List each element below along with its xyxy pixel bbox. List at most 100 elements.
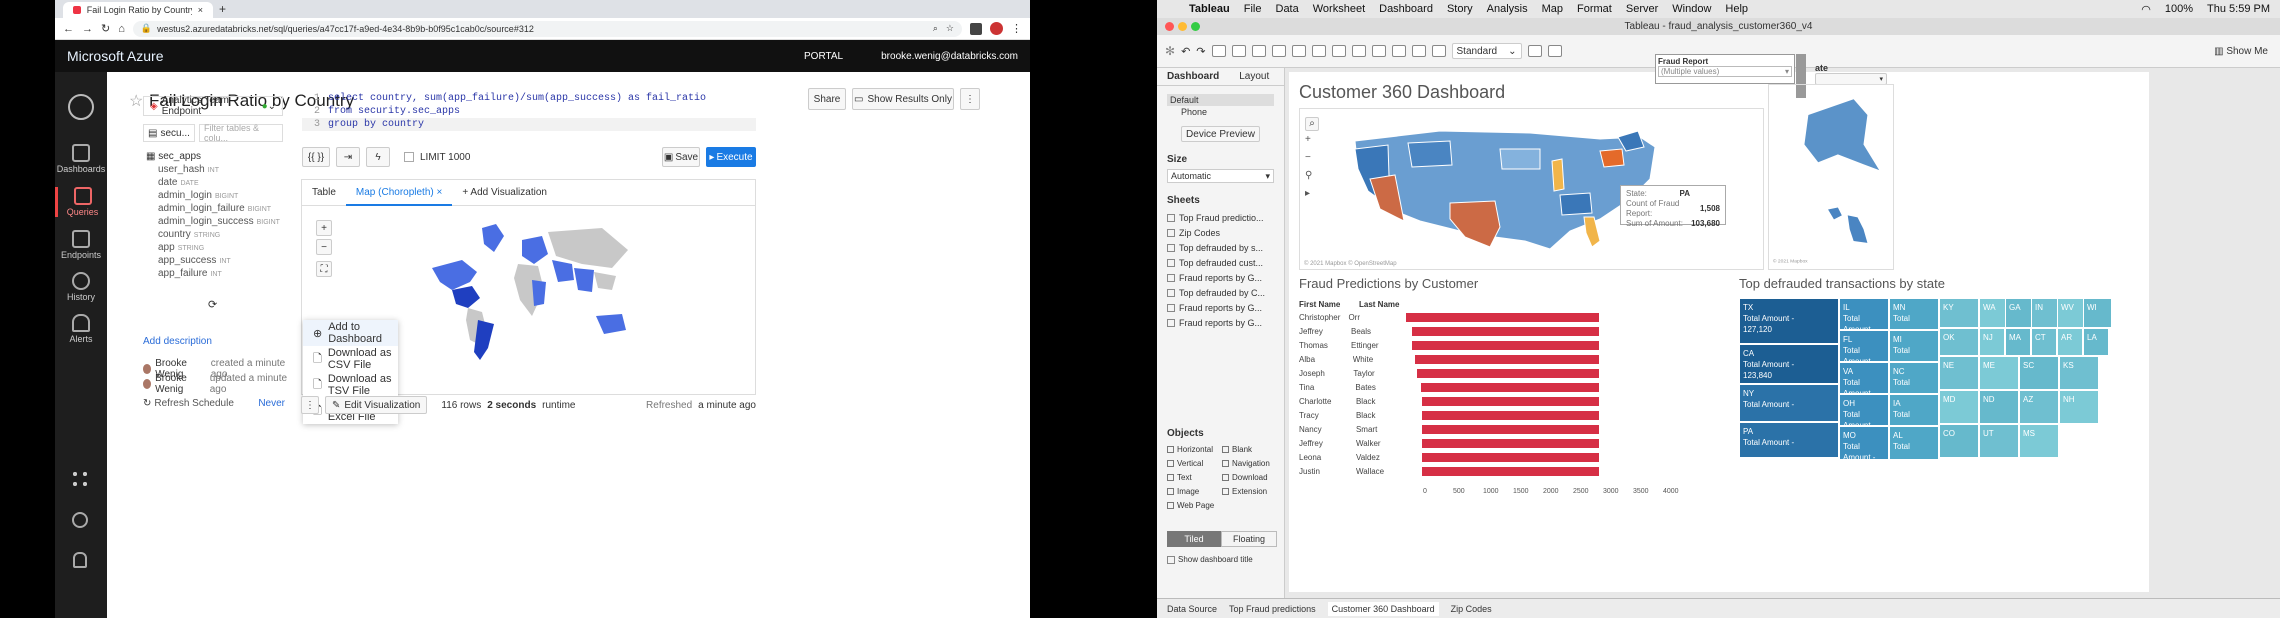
fraud-bar[interactable] [1421,382,1599,392]
fraud-row[interactable]: Nancy Smart [1299,422,1599,436]
schema-column[interactable]: app_failure INT [158,267,286,280]
object-vertical[interactable]: Vertical [1167,457,1222,469]
treemap-cell-mo[interactable]: MO Total Amount - [1839,426,1889,462]
menu-dashboard[interactable]: Dashboard [1379,3,1433,15]
menu-analysis[interactable]: Analysis [1487,3,1528,15]
fraud-row[interactable]: Thomas Ettinger [1299,338,1599,352]
fraud-bar[interactable] [1416,368,1599,378]
treemap-cell-nd[interactable]: ND [1979,390,2019,424]
treemap-cell-ga[interactable]: GA [2005,298,2034,328]
treemap-cell-ut[interactable]: UT [1979,424,2019,458]
redo-icon[interactable]: ↷ [1196,45,1205,58]
forward-icon[interactable]: → [82,23,93,35]
treemap-cell-ia[interactable]: IA Total [1889,394,1939,426]
menu-worksheet[interactable]: Worksheet [1313,3,1365,15]
sheet-item[interactable]: Zip Codes [1167,225,1274,240]
format-button[interactable]: {{ }} [302,147,330,167]
checkbox[interactable] [1167,555,1175,564]
fit-selector[interactable]: Standard ⌄ [1451,43,1522,59]
save-button[interactable]: ▣ Save [662,147,700,167]
floating-button[interactable]: Floating [1221,531,1277,547]
app-menu[interactable]: Tableau [1189,3,1230,15]
address-bar[interactable]: 🔒 westus2.azuredatabricks.net/sql/querie… [132,20,962,37]
new-sheet-icon[interactable] [1251,45,1266,57]
presentation-icon[interactable] [1527,45,1542,57]
fraud-row[interactable]: Charlotte Black [1299,394,1599,408]
add-visualization-tab[interactable]: + Add Visualization [452,187,557,198]
treemap-cell-la[interactable]: LA [2083,328,2109,356]
edit-visualization-button[interactable]: ✎ Edit Visualization [325,396,428,414]
battery-status[interactable]: 100% [2165,3,2193,15]
back-icon[interactable]: ← [63,23,74,35]
treemap-cell-ky[interactable]: KY [1939,298,1979,328]
fraud-bar[interactable] [1415,354,1599,364]
size-dropdown[interactable]: Automatic ▾ [1167,169,1274,183]
object-image[interactable]: Image [1167,485,1222,497]
wifi-icon[interactable]: ◠ [2141,3,2151,16]
fraud-bar[interactable] [1422,466,1599,476]
object-extension[interactable]: Extension [1222,485,1277,497]
treemap-cell-ms[interactable]: MS [2019,424,2059,458]
indent-button[interactable]: ⇥ [336,147,360,167]
share-button[interactable]: Share [808,88,846,110]
filter-dropdown[interactable]: (Multiple values) ▾ [1658,66,1792,77]
rail-endpoints[interactable]: Endpoints [55,230,107,260]
fraud-bar[interactable] [1406,312,1599,322]
rail-alerts[interactable]: Alerts [55,314,107,344]
portal-link[interactable]: PORTAL [804,51,843,62]
sheet-item[interactable]: Fraud reports by G... [1167,315,1274,330]
zoom-out-button[interactable]: − [316,239,332,255]
limit-checkbox[interactable] [404,152,414,162]
fraud-bar[interactable] [1422,410,1599,420]
schema-column[interactable]: user_hash INT [158,163,286,176]
close-window-icon[interactable] [1165,22,1174,31]
duplicate-icon[interactable] [1271,45,1286,57]
treemap-cell-mn[interactable]: MN Total [1889,298,1939,330]
undo-icon[interactable]: ↶ [1181,45,1190,58]
browser-tab[interactable]: Fail Login Ratio by Country × [63,2,213,18]
treemap-cell-ar[interactable]: AR [2057,328,2083,356]
treemap-cell-tx[interactable]: TX Total Amount -127,120 [1739,298,1839,344]
menu-data[interactable]: Data [1276,3,1299,15]
menu-format[interactable]: Format [1577,3,1612,15]
fraud-bar[interactable] [1422,424,1599,434]
refresh-value[interactable]: Never [258,398,285,409]
tab-map[interactable]: Map (Choropleth) × [345,180,453,206]
help-icon[interactable] [72,512,88,528]
tab-layout[interactable]: Layout [1229,71,1279,82]
object-navigation[interactable]: Navigation [1222,457,1277,469]
zoom-in-button[interactable]: + [316,220,332,236]
sheet-item[interactable]: Fraud reports by G... [1167,270,1274,285]
sheet-tab[interactable]: Top Fraud predictions [1229,604,1316,614]
fraud-bar[interactable] [1411,340,1599,350]
endpoint-selector[interactable]: ◈ Analytics Team Endpoint ● ⌄ [143,95,283,117]
treemap-cell-mi[interactable]: MI Total [1889,330,1939,362]
fraud-row[interactable]: Joseph Taylor [1299,366,1599,380]
treemap-cell-ny[interactable]: NY Total Amount - [1739,384,1839,422]
treemap-cell-al[interactable]: AL Total [1889,426,1939,460]
menu-window[interactable]: Window [1672,3,1711,15]
tab-table[interactable]: Table [302,187,346,198]
labels-icon[interactable] [1411,45,1426,57]
treemap-cell-ca[interactable]: CA Total Amount -123,840 [1739,344,1839,384]
table-filter-input[interactable]: Filter tables & colu... [199,123,283,143]
menu-server[interactable]: Server [1626,3,1658,15]
fraud-bar[interactable] [1422,396,1599,406]
fraud-row[interactable]: Justin Wallace [1299,464,1599,478]
schema-column[interactable]: country STRING [158,228,286,241]
sheet-item[interactable]: Top defrauded cust... [1167,255,1274,270]
fraud-bar[interactable] [1422,452,1599,462]
schema-column[interactable]: admin_login_success BIGINT [158,215,286,228]
schema-column[interactable]: admin_login_failure BIGINT [158,202,286,215]
fraud-row[interactable]: Jeffrey Walker [1299,436,1599,450]
fraud-row[interactable]: Jeffrey Beals [1299,324,1599,338]
treemap-cell-oh[interactable]: OHTotal Amount - [1839,394,1889,430]
treemap-cell-nj[interactable]: NJ [1979,328,2005,356]
object-web-page[interactable]: Web Page [1167,499,1222,511]
fraud-report-filter[interactable]: Fraud Report (Multiple values) ▾ [1655,54,1795,84]
device-preview-button[interactable]: Device Preview [1181,126,1260,142]
new-tab-icon[interactable]: + [219,2,226,18]
results-menu-button[interactable]: ⋮ [301,396,319,414]
fraud-row[interactable]: Christopher Orr [1299,310,1599,324]
treemap-cell-wi[interactable]: WI [2083,298,2112,328]
